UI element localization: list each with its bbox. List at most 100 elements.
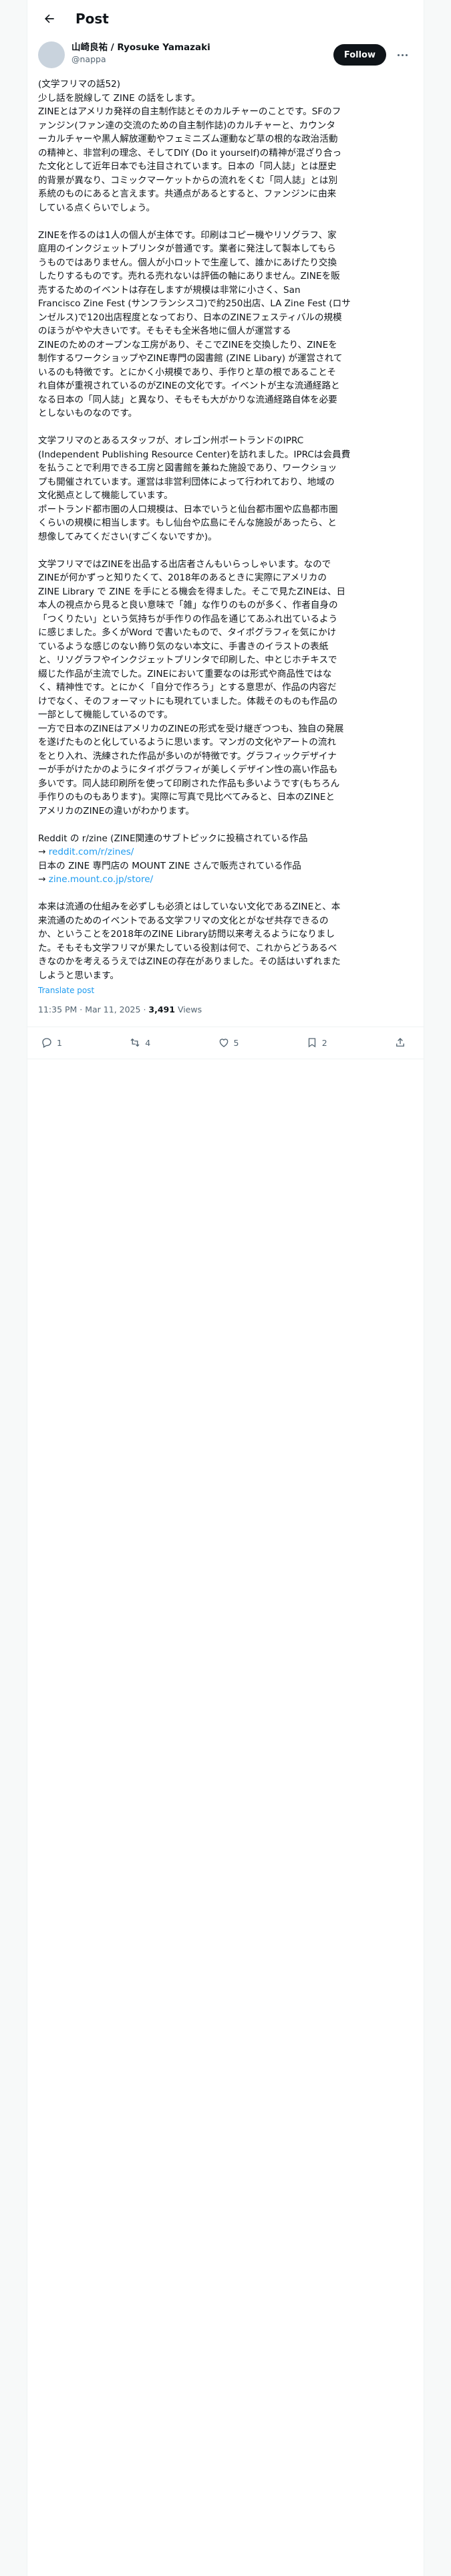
post-line: か、ということを2018年のZINE Library訪問以来考えるようになりまし [38,929,335,940]
post-line: としないものなのです。 [38,408,138,419]
reply-count: 1 [57,1037,62,1048]
bookmark-button[interactable]: 2 [306,1037,327,1049]
post-link-line[interactable]: → zine.mount.co.jp/store/ [38,873,413,887]
post-paragraph: Reddit の r/zine (ZINE関連のサブトピックに投稿されている作品… [38,832,413,887]
post-line: た文化として近年日本でも注目されています。日本の「同人誌」とは歴史 [38,161,337,172]
post-line: た。そもそも文学フリマが果たしている役割は何で、これからどうあるべ [38,942,337,954]
arrow-glyph: → [38,847,49,857]
post-line: きなのかを考えるうえではZINEの存在がありました。その話はいずれまた [38,956,341,967]
post-paragraph: 文学フリマではZINEを出品する出店者さんもいらっしゃいます。なので ZINEが何… [38,558,413,819]
external-link[interactable]: reddit.com/r/zines/ [49,847,134,857]
post-line: 本来は流通の仕組みを必ずしも必須とはしていない文化であるZINEと、本 [38,901,341,912]
post-line: を払うことで利用できる工房と図書館を兼ねた施設であり、ワークショッ [38,463,337,473]
post-line: している点くらいでしょう。 [38,202,156,213]
post-timestamp[interactable]: 11:35 PM · Mar 11, 2025 [38,1004,140,1014]
post-line: 一方で日本のZINEはアメリカのZINEの形式を受け継ぎつつも、独自の発展 [38,723,344,734]
post-line: (Independent Publishing Resource Center)… [38,449,351,460]
post-line: いるのも特徴です。とにかく小規模であり、手作りと草の根であることそ [38,366,337,378]
post-line: 来流通のためのイベントである文学フリマの文化とがなぜ共存できるの [38,915,329,926]
post-link-line[interactable]: → reddit.com/r/zines/ [38,845,413,859]
post-line: ァンジン(ファン達の交流のための自主制作誌)のカルチャーと、カウンタ [38,120,335,131]
post-line: 一部として機能しているのです。 [38,710,173,720]
like-button[interactable]: 5 [218,1037,239,1049]
post-line: ンゼルス)で120出店程度となっており、日本のZINEフェスティバルの規模 [38,312,342,323]
top-bar: Post [27,0,424,37]
post-line: ーが手がけたかのようにタイポグラフィが美しくデザイン性の高い作品も [38,764,338,775]
post-line: くらいの規模に相当します。もし仙台や広島にそんな施設があったら、と [38,518,337,528]
heart-icon [219,1039,228,1047]
external-link[interactable]: zine.mount.co.jp/store/ [49,874,153,885]
post-line: 本人の視点から見ると良い意味で「雑」な作りのものが多く、作者自身の [38,600,338,611]
author-handle[interactable]: @nappa [71,53,333,66]
post-line: 文学フリマのとあるスタッフが、オレゴン州ポートランドのIPRC [38,435,304,446]
page-title: Post [76,11,109,27]
back-button[interactable] [38,7,61,30]
post-line: ZINEのためのオープンな工房があり、そこでZINEを交換したり、ZINEを [38,339,337,350]
post-line: ZINEとはアメリカ発祥の自主制作誌とそのカルチャーのことです。SFのフ [38,106,341,117]
bookmark-count: 2 [321,1037,327,1048]
post-line: しようと思います。 [38,970,119,981]
share-icon [396,1038,404,1047]
repost-count: 4 [145,1037,151,1048]
post-line: ーカルチャーや黒人解放運動やフェミニズム運動など草の根的な政治活動 [38,134,338,144]
share-button[interactable] [394,1037,410,1049]
reply-icon [42,1038,51,1048]
post-text: (文学フリマの話52) 少し話を脱線して ZINE の話をします。 ZINEとはアメ… [27,75,424,982]
post-paragraph: ZINEを作るのは1人の個人が主体です。印刷はコピー機やリソグラフ、家 庭用のイン… [38,229,413,421]
post-line: のほうがやや大きいです。そもそも全米各地に個人が運営する [38,326,291,336]
post-line: 庭用のインクジェットプリンタが普通です。業者に発注して製本してもら [38,243,336,254]
author-row: 山崎良祐 / Ryosuke Yamazaki @nappa Follow [27,37,424,75]
post-line: アメリカのZINEの違いがわかります。 [38,805,194,817]
post-line: ているような感じのない飾り気のない本文に、手書きのイラストの表紙 [38,641,329,652]
repost-button[interactable]: 4 [129,1037,150,1049]
more-dot [405,53,408,56]
post-line: Francisco Zine Fest (サンフランシスコ)で約250出店、LA… [38,298,351,309]
arrow-glyph: → [38,874,49,885]
translate-post-link[interactable]: Translate post [27,986,424,995]
follow-button[interactable]: Follow [333,44,386,66]
reply-button[interactable]: 1 [41,1037,62,1049]
post-line: 想像してみてください(すごくないですか)。 [38,531,217,542]
views-count: 3,491 [148,1004,175,1014]
arrow-left-icon [45,14,54,23]
avatar[interactable] [38,41,65,68]
post-line: 文化拠点として機能しています。 [38,490,173,501]
post-line: (文学フリマの話52) [38,79,121,90]
post-line: をとり入れ、洗練された作品が多いのが特徴です。グラフィックデザイナ [38,750,337,762]
post-line: に感じました。多くがWord で書いたもので、タイポグラフィを気にかけ [38,627,337,638]
post-line: 多いです。同人誌印刷所を使って印刷された作品も多いようです(もちろん [38,778,340,789]
post-line: 系統のものにあると言えます。共通点があるとすると、ファンジンに由来 [38,189,337,199]
more-dot [401,53,404,56]
post-line: うものではありません。個人が小ロットで生産して、誰かにあげたり交換 [38,257,337,268]
post-line: 日本の ZINE 専門店の MOUNT ZINE さんで販売されている作品 [38,860,301,871]
post-line: と、リソグラフやインクジェットプリンタで印刷した、中とじホチキスで [38,655,337,665]
repost-icon [130,1038,140,1047]
post-line: 「つくりたい」という気持ちが手作りの作品を通じてあふれ出ているよう [38,613,338,625]
post-line: く、精神性です。とにかく「自分で作ろう」とする意思が、作品の内容だ [38,682,337,693]
post-meta: 11:35 PM · Mar 11, 2025 · 3,491 Views [27,995,424,1027]
post-paragraph: (文学フリマの話52) 少し話を脱線して ZINE の話をします。 ZINEとはアメ… [38,78,413,215]
post-line: の精神と、非営利の理念、そしてDIY (Do it yourself)の精神が混… [38,147,342,158]
post-line: ポートランド都市圏の人口規模は、日本でいうと仙台都市圏や広島都市圏 [38,504,338,515]
post-line: Reddit の r/zine (ZINE関連のサブトピックに投稿されている作品 [38,833,308,844]
post-paragraph: 文学フリマのとあるスタッフが、オレゴン州ポートランドのIPRC (Independ… [38,434,413,544]
post-line: なる日本の「同人誌」と異なり、そもそも大がかりな流通経路自体を必要 [38,394,337,405]
post-line: れ自体が重視されているのがZINEの文化です。イベントが主な流通経路と [38,381,340,391]
post-line: 制作するワークショップやZINE専門の図書館 (ZINE Libary) が運営… [38,353,343,364]
post-line: 売するためのイベントは存在しますが規模は非常に小さく、San [38,284,301,296]
post-line: ZINEが何かずっと知りたくて、2018年のあるときに実際にアメリカの [38,572,327,583]
post-line: ZINEを作るのは1人の個人が主体です。印刷はコピー機やリソグラフ、家 [38,229,337,241]
views-label: Views [177,1004,202,1014]
author-names: 山崎良祐 / Ryosuke Yamazaki @nappa [71,41,333,66]
action-bar: 1 4 5 2 [27,1027,424,1059]
more-options-button[interactable] [392,44,413,66]
more-dots-icon [397,53,400,56]
bookmark-icon [308,1038,315,1048]
like-count: 5 [233,1037,239,1048]
post-line: 綴じた作品が主流でした。ZINEにおいて重要なのは形式や商品性ではな [38,668,332,679]
post-line: を遂げたものと化しているように思います。マンガの文化やアートの流れ [38,737,337,748]
author-display-name[interactable]: 山崎良祐 / Ryosuke Yamazaki [71,41,333,53]
post-line: 的背景が異なり、コミックマーケットからの流れをくむ「同人誌」とは別 [38,175,338,186]
post-line: したりするものです。売れる売れないは評価の軸にありません。ZINEを販 [38,271,340,282]
post-line: 文学フリマではZINEを出品する出店者さんもいらっしゃいます。なので [38,558,331,570]
